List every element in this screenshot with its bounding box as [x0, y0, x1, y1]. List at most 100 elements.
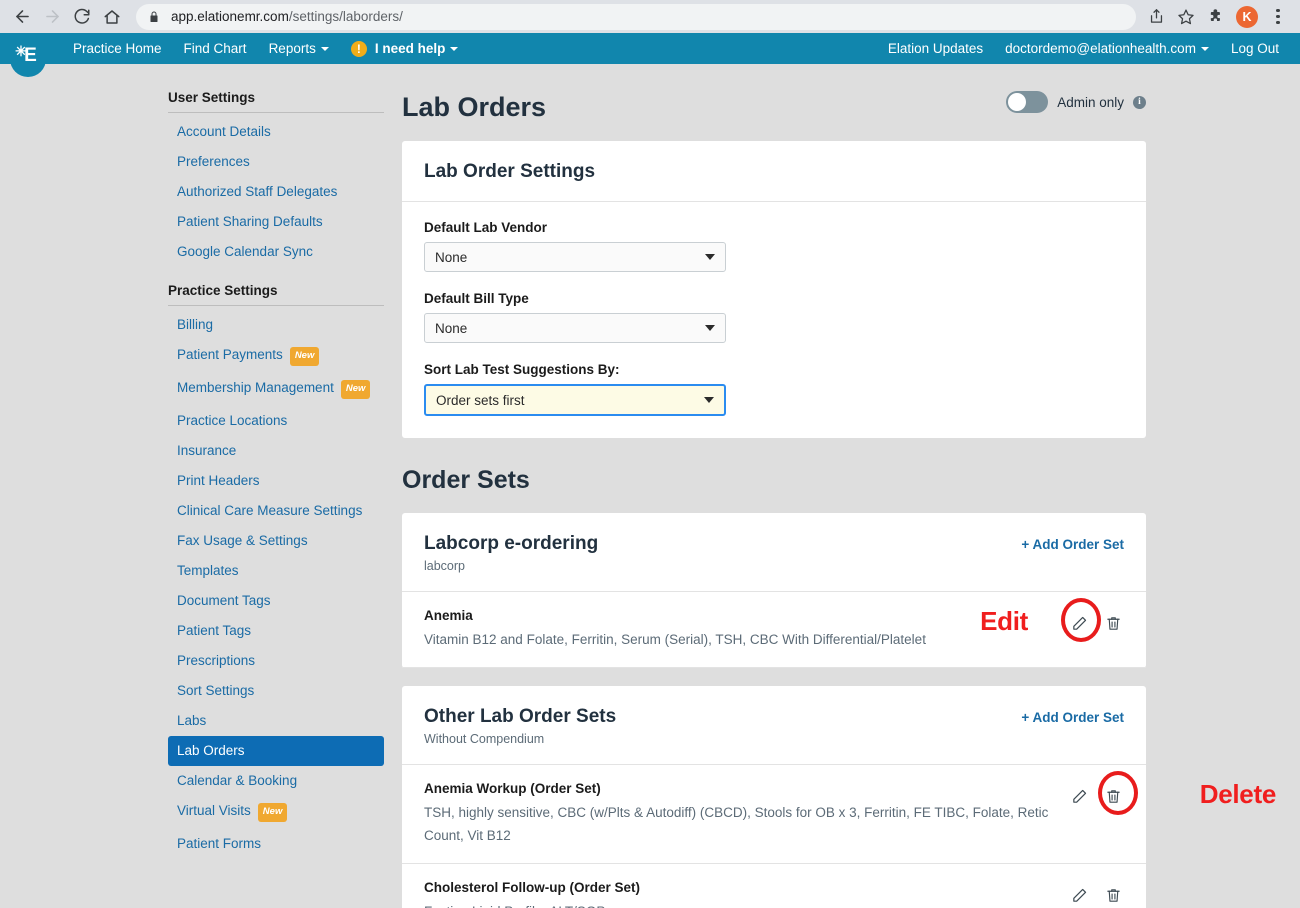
star-icon[interactable]: [1172, 3, 1200, 31]
edit-pencil-icon[interactable]: [1068, 884, 1090, 906]
delete-trash-icon[interactable]: [1102, 785, 1124, 807]
row-actions: Edit: [980, 598, 1124, 642]
order-set-tests: TSH, highly sensitive, CBC (w/Plts & Aut…: [424, 805, 1049, 843]
sidebar-item-membership-management[interactable]: Membership Management New: [168, 373, 384, 406]
order-set-row-anemia-workup: Anemia Workup (Order Set) TSH, highly se…: [402, 765, 1276, 864]
page-body: User Settings Account Details Preference…: [0, 64, 1300, 908]
select-value: Order sets first: [436, 392, 525, 408]
add-order-set-button-labcorp[interactable]: + Add Order Set: [1021, 533, 1124, 552]
new-badge: New: [340, 380, 371, 399]
sidebar-item-patient-tags[interactable]: Patient Tags: [168, 616, 384, 646]
warning-icon: !: [350, 40, 367, 57]
sidebar-item-calendar-booking[interactable]: Calendar & Booking: [168, 766, 384, 796]
browser-toolbar: app.elationemr.com/settings/laborders/ K: [0, 0, 1300, 33]
sidebar-item-lab-orders[interactable]: Lab Orders: [168, 736, 384, 766]
info-icon[interactable]: i: [1133, 95, 1146, 109]
back-arrow-icon[interactable]: [8, 3, 36, 31]
delete-trash-icon[interactable]: [1102, 612, 1124, 634]
page-header-row: Lab Orders Admin only i: [402, 64, 1146, 123]
nav-elation-updates[interactable]: Elation Updates: [877, 33, 994, 64]
nav-left-group: Practice Home Find Chart Reports ! I need…: [62, 33, 469, 64]
chevron-down-icon: [704, 397, 714, 403]
nav-reports[interactable]: Reports: [258, 33, 340, 64]
sidebar-item-practice-locations[interactable]: Practice Locations: [168, 406, 384, 436]
default-bill-type-select[interactable]: None: [424, 313, 726, 343]
kebab-menu-icon[interactable]: [1264, 3, 1292, 31]
nav-reports-label: Reports: [268, 41, 316, 56]
sidebar-item-preferences[interactable]: Preferences: [168, 147, 384, 177]
sidebar-item-patient-sharing-defaults[interactable]: Patient Sharing Defaults: [168, 207, 384, 237]
nav-log-out[interactable]: Log Out: [1220, 33, 1290, 64]
app-top-nav: ✳ E Practice Home Find Chart Reports ! I n…: [0, 33, 1300, 77]
sort-lab-test-suggestions-select[interactable]: Order sets first: [424, 384, 726, 416]
settings-sidebar: User Settings Account Details Preference…: [168, 90, 384, 859]
sidebar-item-label: Patient Payments: [177, 347, 283, 362]
nav-right-group: Elation Updates doctordemo@elationhealth…: [877, 33, 1290, 64]
address-bar[interactable]: app.elationemr.com/settings/laborders/: [136, 3, 1136, 30]
order-set-tests: Vitamin B12 and Folate, Ferritin, Serum …: [424, 632, 926, 647]
browser-action-icons: K: [1142, 3, 1292, 31]
sidebar-item-templates[interactable]: Templates: [168, 556, 384, 586]
sidebar-item-google-calendar-sync[interactable]: Google Calendar Sync: [168, 237, 384, 267]
sidebar-item-billing[interactable]: Billing: [168, 310, 384, 340]
card-header: Lab Order Settings: [402, 141, 1146, 202]
sidebar-item-patient-forms[interactable]: Patient Forms: [168, 829, 384, 859]
reload-icon[interactable]: [68, 3, 96, 31]
chevron-down-icon: [320, 47, 329, 52]
annotation-delete-label: Delete: [1199, 779, 1277, 809]
sidebar-item-account-details[interactable]: Account Details: [168, 117, 384, 147]
chevron-down-icon: [450, 46, 459, 51]
select-value: None: [435, 249, 468, 265]
sidebar-item-insurance[interactable]: Insurance: [168, 436, 384, 466]
sidebar-item-prescriptions[interactable]: Prescriptions: [168, 646, 384, 676]
elation-logo[interactable]: ✳ E: [10, 33, 46, 77]
toggle-knob: [1008, 93, 1027, 111]
admin-only-control: Admin only i: [1006, 91, 1146, 123]
page-title: Lab Orders: [402, 92, 547, 122]
sidebar-item-patient-payments[interactable]: Patient Payments New: [168, 340, 384, 373]
delete-trash-icon[interactable]: [1102, 884, 1124, 906]
default-lab-vendor-select[interactable]: None: [424, 242, 726, 272]
nav-help-label: I need help: [374, 41, 446, 56]
sidebar-item-label: Virtual Visits: [177, 803, 251, 818]
sidebar-group-title-practice-settings: Practice Settings: [168, 283, 384, 306]
sidebar-item-fax-usage-settings[interactable]: Fax Usage & Settings: [168, 526, 384, 556]
order-set-name: Anemia: [424, 608, 473, 623]
card-body: Default Lab Vendor None Default Bill Typ…: [402, 202, 1146, 438]
share-icon[interactable]: [1142, 3, 1170, 31]
lab-order-settings-card: Lab Order Settings Default Lab Vendor No…: [402, 141, 1146, 438]
chevron-down-icon: [1200, 47, 1209, 52]
default-lab-vendor-label: Default Lab Vendor: [424, 220, 548, 235]
edit-pencil-icon[interactable]: [1068, 785, 1090, 807]
chevron-down-icon: [705, 254, 715, 260]
sidebar-item-labs[interactable]: Labs: [168, 706, 384, 736]
card-title: Lab Order Settings: [424, 161, 596, 182]
forward-arrow-icon[interactable]: [38, 3, 66, 31]
edit-pencil-icon[interactable]: [1068, 612, 1090, 634]
main-content: Lab Orders Admin only i Lab Order Settin…: [402, 64, 1276, 908]
nav-user-account[interactable]: doctordemo@elationhealth.com: [994, 33, 1220, 64]
admin-only-toggle[interactable]: [1006, 91, 1049, 113]
sidebar-item-print-headers[interactable]: Print Headers: [168, 466, 384, 496]
puzzle-icon[interactable]: [1202, 3, 1230, 31]
chevron-down-icon: [705, 325, 715, 331]
sidebar-item-virtual-visits[interactable]: Virtual Visits New: [168, 796, 384, 829]
sidebar-item-sort-settings[interactable]: Sort Settings: [168, 676, 384, 706]
sidebar-item-authorized-staff-delegates[interactable]: Authorized Staff Delegates: [168, 177, 384, 207]
nav-i-need-help[interactable]: ! I need help: [340, 33, 470, 64]
order-set-group-other: Other Lab Order Sets Without Compendium …: [402, 686, 1276, 908]
group-subtitle: labcorp: [424, 559, 465, 573]
group-title: Other Lab Order Sets: [424, 706, 617, 727]
home-icon[interactable]: [98, 3, 126, 31]
card-header: Labcorp e-ordering labcorp + Add Order S…: [402, 513, 1146, 592]
card-header: Other Lab Order Sets Without Compendium …: [402, 686, 1146, 765]
profile-avatar[interactable]: K: [1236, 5, 1258, 28]
sidebar-item-document-tags[interactable]: Document Tags: [168, 586, 384, 616]
nav-practice-home[interactable]: Practice Home: [62, 33, 173, 64]
nav-find-chart[interactable]: Find Chart: [173, 33, 258, 64]
add-order-set-button-other[interactable]: + Add Order Set: [1021, 706, 1124, 725]
new-badge: New: [257, 803, 288, 822]
sidebar-item-clinical-care-measure-settings[interactable]: Clinical Care Measure Settings: [168, 496, 384, 526]
sidebar-item-label: Membership Management: [177, 380, 334, 395]
new-badge: New: [289, 347, 320, 366]
